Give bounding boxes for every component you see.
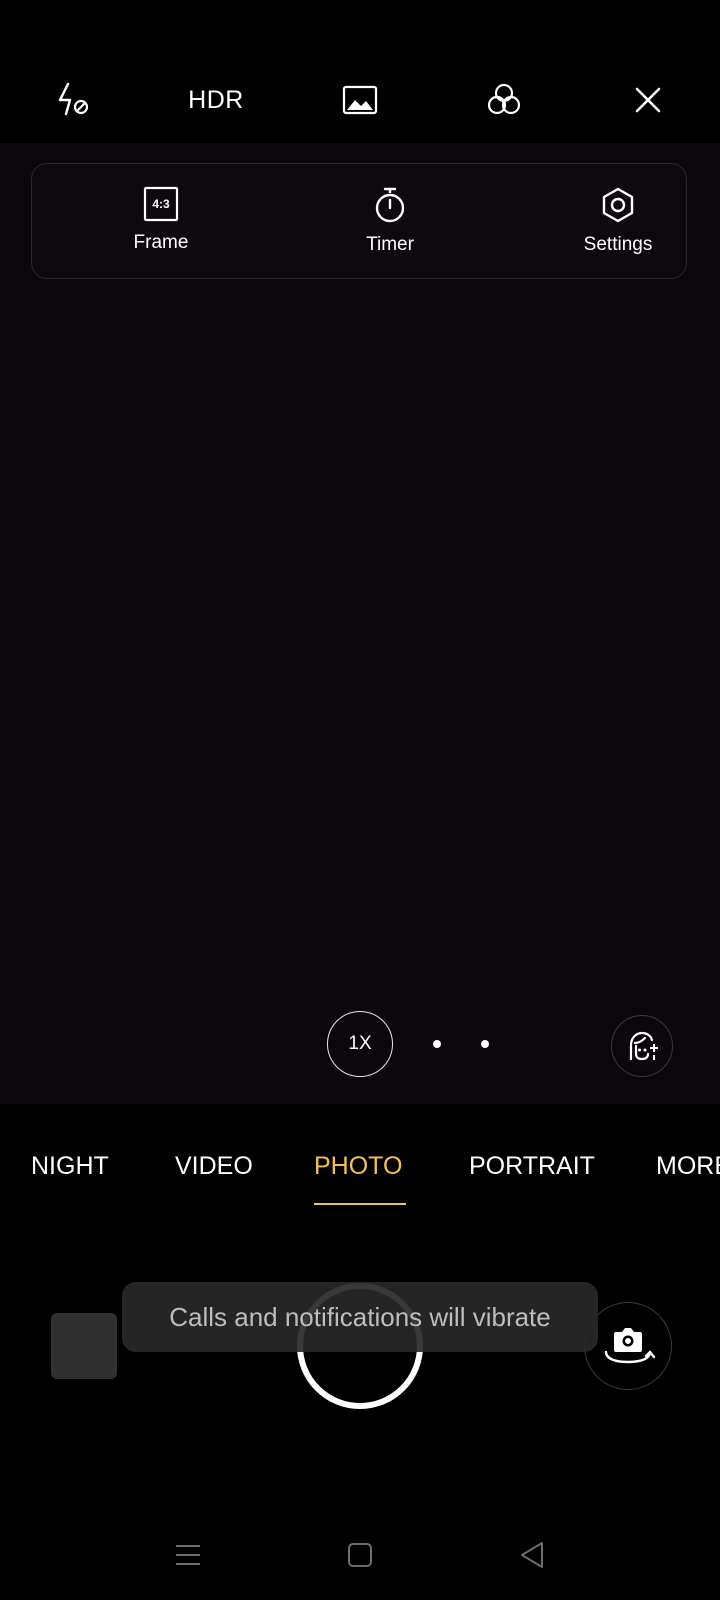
flash-off-button[interactable] xyxy=(42,70,102,130)
filter-circles-icon xyxy=(487,83,521,115)
gallery-thumbnail[interactable] xyxy=(51,1313,117,1379)
zoom-1x-button[interactable]: 1X xyxy=(327,1011,393,1077)
frame-label: Frame xyxy=(133,232,189,253)
frame-button[interactable]: 4:3 Frame xyxy=(81,186,241,254)
image-icon xyxy=(342,85,378,115)
close-button[interactable] xyxy=(618,70,678,130)
zoom-option-dot[interactable] xyxy=(433,1040,441,1048)
mode-video[interactable]: VIDEO xyxy=(175,1151,253,1181)
timer-icon xyxy=(375,187,405,223)
nav-back-button[interactable] xyxy=(507,1535,557,1575)
flash-off-icon xyxy=(58,82,89,116)
switch-camera-icon xyxy=(604,1328,656,1364)
photo-quality-button[interactable] xyxy=(330,70,390,130)
back-icon xyxy=(521,1542,543,1568)
aspect-ratio-text: 4:3 xyxy=(152,197,170,211)
active-mode-indicator xyxy=(314,1203,406,1205)
aspect-ratio-icon: 4:3 xyxy=(143,186,179,222)
zoom-label: 1X xyxy=(348,1033,372,1054)
menu-icon xyxy=(176,1545,200,1565)
mode-photo[interactable]: PHOTO xyxy=(314,1151,402,1181)
timer-button[interactable]: Timer xyxy=(310,186,470,256)
mode-portrait[interactable]: PORTRAIT xyxy=(469,1151,595,1181)
mode-night[interactable]: NIGHT xyxy=(31,1151,109,1181)
nav-menu-button[interactable] xyxy=(163,1535,213,1575)
camera-viewfinder[interactable] xyxy=(0,143,720,1104)
hdr-label: HDR xyxy=(188,85,244,114)
home-icon xyxy=(348,1543,372,1567)
settings-label: Settings xyxy=(583,234,653,255)
timer-label: Timer xyxy=(366,234,414,255)
close-icon xyxy=(635,87,661,113)
beauty-face-icon xyxy=(629,1031,658,1061)
hdr-button[interactable]: HDR xyxy=(186,70,246,130)
mode-more[interactable]: MORE xyxy=(656,1151,720,1181)
zoom-option-dot[interactable] xyxy=(481,1040,489,1048)
quick-settings-panel: 4:3 Frame Timer Settings xyxy=(31,163,687,279)
filter-button[interactable] xyxy=(474,70,534,130)
top-toolbar: HDR xyxy=(0,0,720,143)
nav-home-button[interactable] xyxy=(335,1535,385,1575)
beauty-button[interactable] xyxy=(611,1015,673,1077)
toast-text: Calls and notifications will vibrate xyxy=(169,1301,551,1332)
vibrate-toast: Calls and notifications will vibrate xyxy=(122,1282,598,1352)
settings-button[interactable]: Settings xyxy=(538,186,698,256)
settings-icon xyxy=(602,187,634,223)
